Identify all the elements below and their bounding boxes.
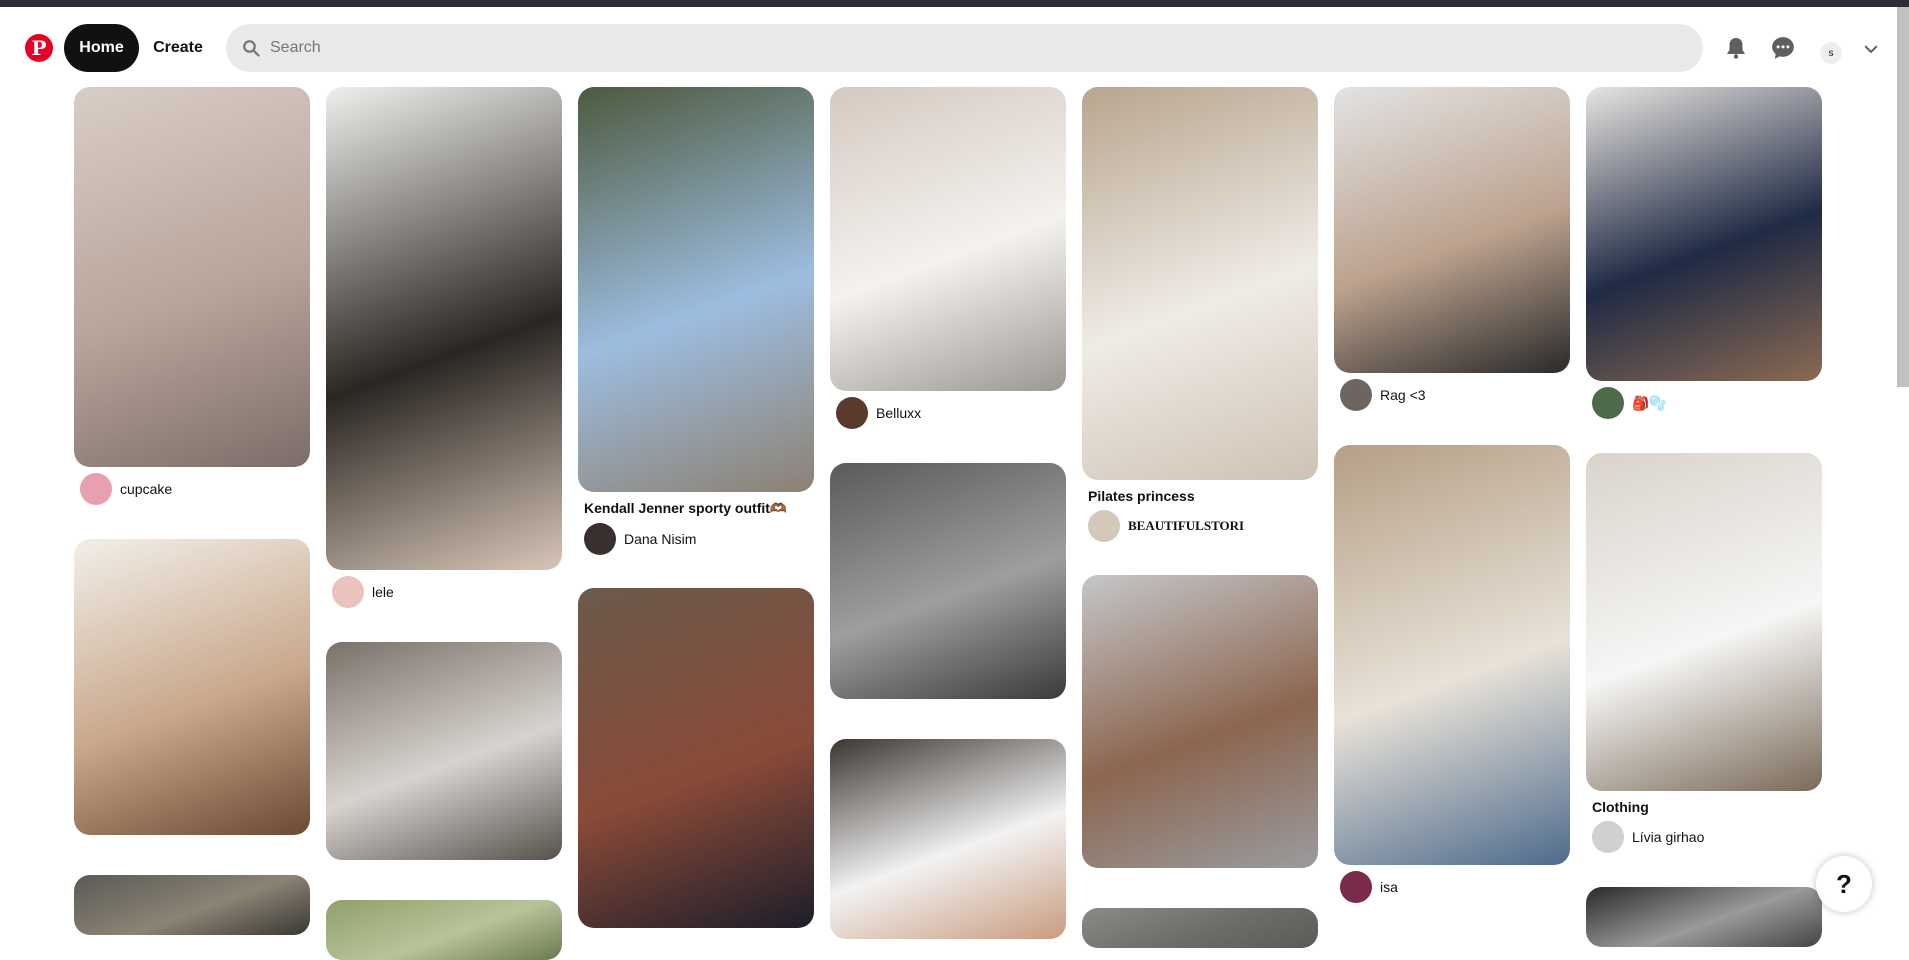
user-name[interactable]: cupcake [120, 481, 172, 497]
pin-image[interactable] [1586, 453, 1822, 791]
pin-card[interactable]: Clothing Lívia girhao [1586, 453, 1822, 853]
profile-avatar[interactable]: s [1820, 42, 1842, 64]
pin-card[interactable] [326, 642, 562, 860]
pin-user[interactable]: cupcake [80, 473, 304, 505]
help-button[interactable]: ? [1816, 856, 1872, 912]
pin-card[interactable]: Kendall Jenner sporty outfit🫶🏾 Dana Nisim [578, 87, 814, 555]
pin-user[interactable]: Belluxx [836, 397, 1060, 429]
user-avatar[interactable] [332, 576, 364, 608]
pin-image[interactable] [326, 87, 562, 570]
search-icon [243, 40, 260, 57]
pin-image[interactable] [326, 900, 562, 960]
pin-image[interactable] [830, 87, 1066, 391]
pin-card[interactable] [830, 463, 1066, 699]
pin-image[interactable] [1082, 87, 1318, 480]
user-avatar[interactable] [1340, 379, 1372, 411]
pin-user[interactable]: Rag <3 [1340, 379, 1564, 411]
pin-user[interactable]: BEAUTIFULSTORI [1088, 510, 1312, 542]
pin-card[interactable] [830, 739, 1066, 939]
pin-title[interactable]: Kendall Jenner sporty outfit🫶🏾 [584, 500, 808, 517]
user-name[interactable]: Dana Nisim [624, 531, 696, 547]
pin-image[interactable] [830, 463, 1066, 699]
pin-image[interactable] [1586, 887, 1822, 947]
pin-image[interactable] [1334, 445, 1570, 865]
window-top-bar [0, 0, 1909, 7]
user-name[interactable]: 🎒🫧 [1632, 395, 1667, 412]
bell-icon[interactable] [1716, 28, 1756, 68]
pin-user[interactable]: 🎒🫧 [1592, 387, 1816, 419]
user-name[interactable]: lele [372, 584, 394, 600]
pin-image[interactable] [74, 875, 310, 935]
pin-card[interactable]: 🎒🫧 [1586, 87, 1822, 419]
pin-card[interactable]: lele [326, 87, 562, 608]
pin-card[interactable] [74, 875, 310, 935]
logo-letter: P [31, 36, 47, 60]
user-avatar[interactable] [1088, 510, 1120, 542]
pin-image[interactable] [1082, 908, 1318, 948]
user-name[interactable]: isa [1380, 879, 1398, 895]
pin-user[interactable]: isa [1340, 871, 1564, 903]
pin-image[interactable] [74, 539, 310, 835]
user-name[interactable]: Rag <3 [1380, 387, 1426, 403]
pin-image[interactable] [1586, 87, 1822, 381]
pin-card[interactable] [1586, 887, 1822, 947]
user-avatar[interactable] [584, 523, 616, 555]
scrollbar-thumb[interactable] [1897, 7, 1909, 387]
pin-image[interactable] [578, 588, 814, 928]
pin-image[interactable] [1082, 575, 1318, 868]
pin-card[interactable]: Pilates princess BEAUTIFULSTORI [1082, 87, 1318, 542]
pin-user[interactable]: lele [332, 576, 556, 608]
user-avatar[interactable] [1340, 871, 1372, 903]
pin-user[interactable]: Lívia girhao [1592, 821, 1816, 853]
user-avatar[interactable] [1592, 821, 1624, 853]
user-name[interactable]: BEAUTIFULSTORI [1128, 518, 1244, 534]
pin-card[interactable]: cupcake [74, 87, 310, 505]
search-input[interactable] [268, 38, 1672, 58]
pin-image[interactable] [326, 642, 562, 860]
user-avatar[interactable] [836, 397, 868, 429]
pin-image[interactable] [1334, 87, 1570, 373]
nav-home-button[interactable]: Home [64, 24, 139, 72]
pin-card[interactable] [326, 900, 562, 960]
user-avatar[interactable] [80, 473, 112, 505]
user-avatar[interactable] [1592, 387, 1624, 419]
pin-image[interactable] [830, 739, 1066, 939]
pin-card[interactable]: Rag <3 [1334, 87, 1570, 411]
pin-card[interactable] [1082, 575, 1318, 868]
pin-user[interactable]: Dana Nisim [584, 523, 808, 555]
header: P Home Create s [0, 7, 1909, 87]
pin-card[interactable]: isa [1334, 445, 1570, 903]
pin-title[interactable]: Clothing [1592, 799, 1816, 815]
pin-image[interactable] [578, 87, 814, 492]
pin-image[interactable] [74, 87, 310, 467]
search-bar[interactable] [226, 24, 1703, 72]
user-name[interactable]: Belluxx [876, 405, 921, 421]
pin-title[interactable]: Pilates princess [1088, 488, 1312, 504]
pinterest-logo-icon[interactable]: P [25, 34, 53, 62]
nav-create-button[interactable]: Create [146, 24, 210, 72]
pin-card[interactable] [74, 539, 310, 835]
pin-card[interactable] [578, 588, 814, 928]
user-name[interactable]: Lívia girhao [1632, 829, 1704, 845]
pin-card[interactable] [1082, 908, 1318, 948]
pin-card[interactable]: Belluxx [830, 87, 1066, 429]
chevron-down-icon[interactable] [1856, 34, 1886, 64]
message-icon[interactable] [1763, 28, 1803, 68]
